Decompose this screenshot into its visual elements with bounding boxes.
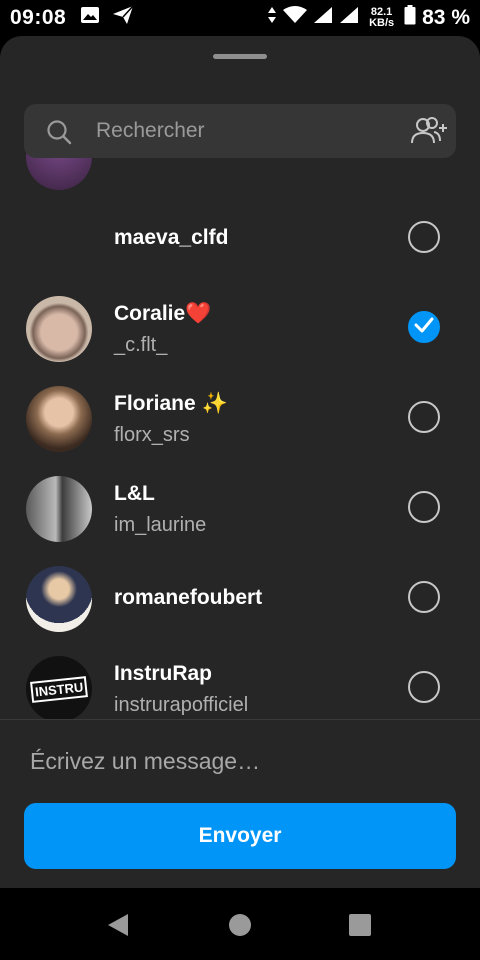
select-radio[interactable] bbox=[408, 401, 440, 433]
status-bar: 09:08 82.1 KB/s 83 % bbox=[0, 0, 480, 36]
avatar bbox=[26, 566, 92, 632]
back-icon[interactable] bbox=[106, 912, 130, 943]
avatar bbox=[26, 296, 92, 362]
drag-handle[interactable] bbox=[213, 54, 267, 59]
username: instrurapofficiel bbox=[114, 694, 249, 716]
avatar-logo: INSTRU bbox=[26, 656, 92, 720]
battery-level: 83 % bbox=[422, 6, 470, 29]
select-radio[interactable] bbox=[408, 491, 440, 523]
network-speed: 82.1 KB/s bbox=[369, 6, 395, 29]
select-radio-checked[interactable] bbox=[408, 311, 440, 343]
signal-icon bbox=[313, 6, 333, 30]
send-button[interactable]: Envoyer bbox=[24, 803, 456, 869]
add-people-icon[interactable] bbox=[410, 116, 448, 151]
select-radio[interactable] bbox=[408, 581, 440, 613]
username: _c.flt_ bbox=[114, 334, 168, 356]
search-bar[interactable]: Rechercher bbox=[24, 104, 456, 158]
list-item[interactable]: Coralie❤️ _c.flt_ bbox=[0, 284, 480, 374]
display-name: InstruRap bbox=[114, 662, 213, 685]
username: florx_srs bbox=[114, 424, 190, 446]
display-name: Coralie❤️ bbox=[114, 302, 212, 325]
search-input[interactable]: Rechercher bbox=[96, 119, 205, 143]
avatar bbox=[26, 476, 92, 542]
list-item[interactable]: Floriane ✨ florx_srs bbox=[0, 374, 480, 464]
display-name: Floriane ✨ bbox=[114, 392, 228, 415]
username: maeva_clfd bbox=[114, 226, 229, 249]
username: romanefoubert bbox=[114, 586, 263, 609]
message-input[interactable]: Écrivez un message… bbox=[30, 748, 260, 775]
list-item[interactable]: INSTRU InstruRap instrurapofficiel bbox=[0, 644, 480, 720]
checkmark-icon bbox=[414, 317, 434, 338]
list-item[interactable]: romanefoubert bbox=[0, 554, 480, 644]
send-notification-icon bbox=[112, 5, 134, 31]
gallery-icon bbox=[80, 6, 100, 30]
list-item[interactable]: L&L im_laurine bbox=[0, 464, 480, 554]
signal-icon-2 bbox=[339, 6, 359, 30]
share-sheet: Rechercher el_anissa59 maeva_clfd Co bbox=[0, 36, 480, 888]
username: im_laurine bbox=[114, 514, 207, 536]
list-item[interactable]: maeva_clfd bbox=[0, 194, 480, 284]
logo-text: INSTRU bbox=[29, 675, 89, 703]
select-radio[interactable] bbox=[408, 671, 440, 703]
wifi-icon bbox=[283, 6, 308, 30]
data-arrows-icon bbox=[267, 6, 277, 30]
recents-icon[interactable] bbox=[348, 913, 372, 942]
display-name: L&L bbox=[114, 482, 155, 505]
avatar bbox=[26, 386, 92, 452]
status-time: 09:08 bbox=[10, 6, 67, 29]
battery-icon bbox=[404, 5, 416, 31]
home-icon[interactable] bbox=[228, 913, 252, 942]
search-icon bbox=[46, 119, 72, 150]
select-radio[interactable] bbox=[408, 221, 440, 253]
divider bbox=[0, 719, 480, 720]
contact-list[interactable]: el_anissa59 maeva_clfd Coralie❤️ _c.flt_… bbox=[0, 142, 480, 720]
navigation-bar bbox=[0, 888, 480, 960]
